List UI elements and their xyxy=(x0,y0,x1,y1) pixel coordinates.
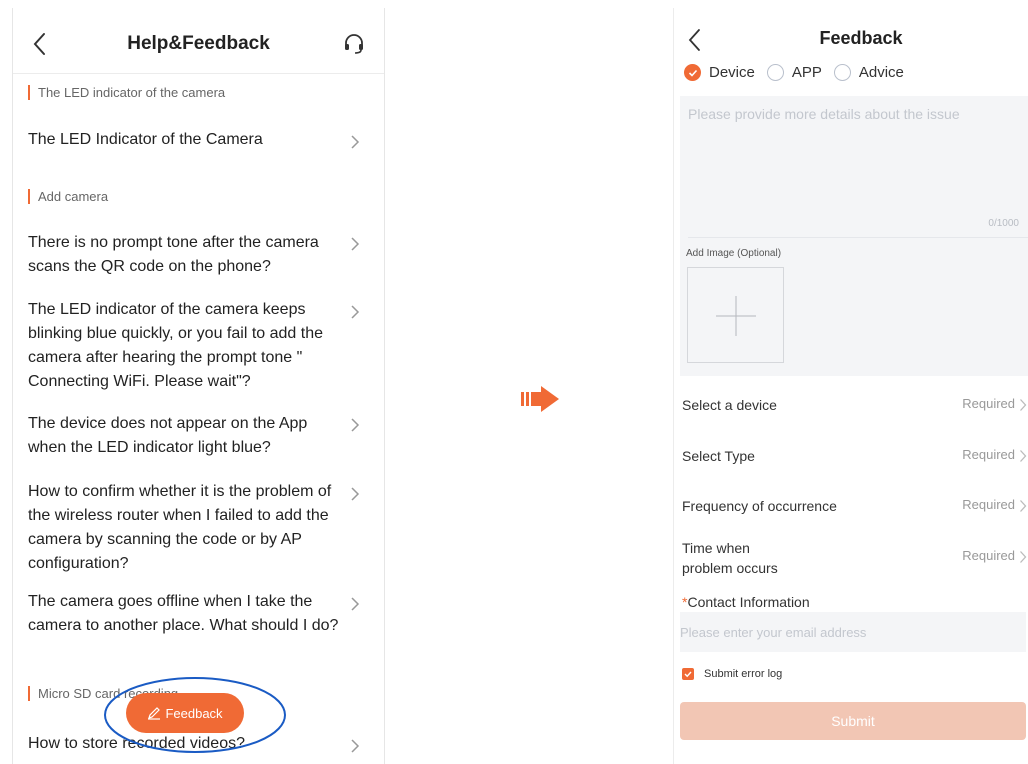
char-counter: 0/1000 xyxy=(988,218,1019,229)
required-text: Required xyxy=(962,396,1015,411)
chevron-right-icon xyxy=(1020,551,1027,563)
chevron-right-icon xyxy=(351,135,360,149)
faq-item-store-videos[interactable]: How to store recorded videos? xyxy=(28,732,358,756)
contact-info-label-text: Contact Information xyxy=(687,594,810,610)
select-type-row[interactable]: Select Type Required xyxy=(680,447,1028,487)
contact-info-label: *Contact Information xyxy=(682,594,810,610)
add-image-label: Add Image (Optional) xyxy=(686,248,782,259)
radio-device[interactable]: Device xyxy=(684,63,755,81)
faq-item-blinking-blue[interactable]: The LED indicator of the camera keeps bl… xyxy=(28,298,358,394)
faq-item-camera-offline[interactable]: The camera goes offline when I take the … xyxy=(28,590,343,638)
customer-service-headset-icon[interactable] xyxy=(342,32,366,56)
email-input[interactable] xyxy=(680,612,1026,652)
radio-unchecked-icon xyxy=(766,63,784,81)
time-occurs-label-line2: problem occurs xyxy=(682,560,778,576)
select-device-label: Select a device xyxy=(682,397,777,413)
chevron-right-icon xyxy=(351,305,360,319)
page-title: Feedback xyxy=(819,28,903,48)
select-device-row[interactable]: Select a device Required xyxy=(680,396,1028,436)
radio-unchecked-icon xyxy=(833,63,851,81)
issue-details-textarea[interactable] xyxy=(688,104,1021,236)
submit-error-log-checkbox[interactable]: Submit error log xyxy=(682,668,782,680)
feedback-button[interactable]: Feedback xyxy=(126,693,244,733)
time-occurs-label-line1: Time when xyxy=(682,540,750,556)
submit-button[interactable]: Submit xyxy=(680,702,1026,740)
plus-icon xyxy=(716,296,756,336)
required-text: Required xyxy=(962,497,1015,512)
issue-details-panel: 0/1000 Add Image (Optional) xyxy=(680,96,1028,376)
required-text: Required xyxy=(962,447,1015,462)
submit-error-log-label: Submit error log xyxy=(704,668,783,680)
add-image-button[interactable] xyxy=(687,267,784,363)
frequency-label: Frequency of occurrence xyxy=(682,498,837,514)
faq-item-no-prompt-tone[interactable]: There is no prompt tone after the camera… xyxy=(28,231,348,279)
help-header: Help&Feedback xyxy=(13,8,384,74)
required-text: Required xyxy=(962,548,1015,563)
checkbox-checked-icon xyxy=(682,668,694,680)
radio-device-label: Device xyxy=(709,63,755,81)
faq-item-device-not-appear[interactable]: The device does not appear on the App wh… xyxy=(28,412,348,460)
chevron-right-icon xyxy=(351,237,360,251)
feedback-button-label: Feedback xyxy=(165,705,223,721)
radio-app-label: APP xyxy=(791,63,822,81)
feedback-screen: Feedback Device APP Advice 0/1000 Add Im… xyxy=(673,8,1028,764)
arrow-right-icon xyxy=(521,386,559,412)
pencil-icon xyxy=(148,707,161,720)
divider xyxy=(688,237,1028,238)
faq-item-led-indicator[interactable]: The LED Indicator of the Camera xyxy=(28,128,358,152)
chevron-right-icon xyxy=(351,739,360,753)
section-heading-led: The LED indicator of the camera xyxy=(28,85,225,100)
frequency-row[interactable]: Frequency of occurrence Required xyxy=(680,497,1028,537)
chevron-right-icon xyxy=(1020,500,1027,512)
radio-advice[interactable]: Advice xyxy=(833,63,904,81)
select-type-label: Select Type xyxy=(682,448,755,464)
category-radio-group: Device APP Advice xyxy=(684,62,916,82)
section-heading-add-camera: Add camera xyxy=(28,189,108,204)
page-title: Help&Feedback xyxy=(127,33,270,54)
radio-advice-label: Advice xyxy=(858,63,904,81)
chevron-right-icon xyxy=(1020,399,1027,411)
help-feedback-screen: Help&Feedback The LED indicator of the c… xyxy=(12,8,385,764)
chevron-right-icon xyxy=(1020,450,1027,462)
radio-checked-icon xyxy=(684,63,701,81)
time-occurs-row[interactable]: Time when problem occurs Required xyxy=(680,538,1028,582)
chevron-right-icon xyxy=(351,487,360,501)
faq-item-wireless-router[interactable]: How to confirm whether it is the problem… xyxy=(28,480,356,576)
chevron-right-icon xyxy=(351,597,360,611)
chevron-right-icon xyxy=(351,418,360,432)
radio-app[interactable]: APP xyxy=(766,63,822,81)
